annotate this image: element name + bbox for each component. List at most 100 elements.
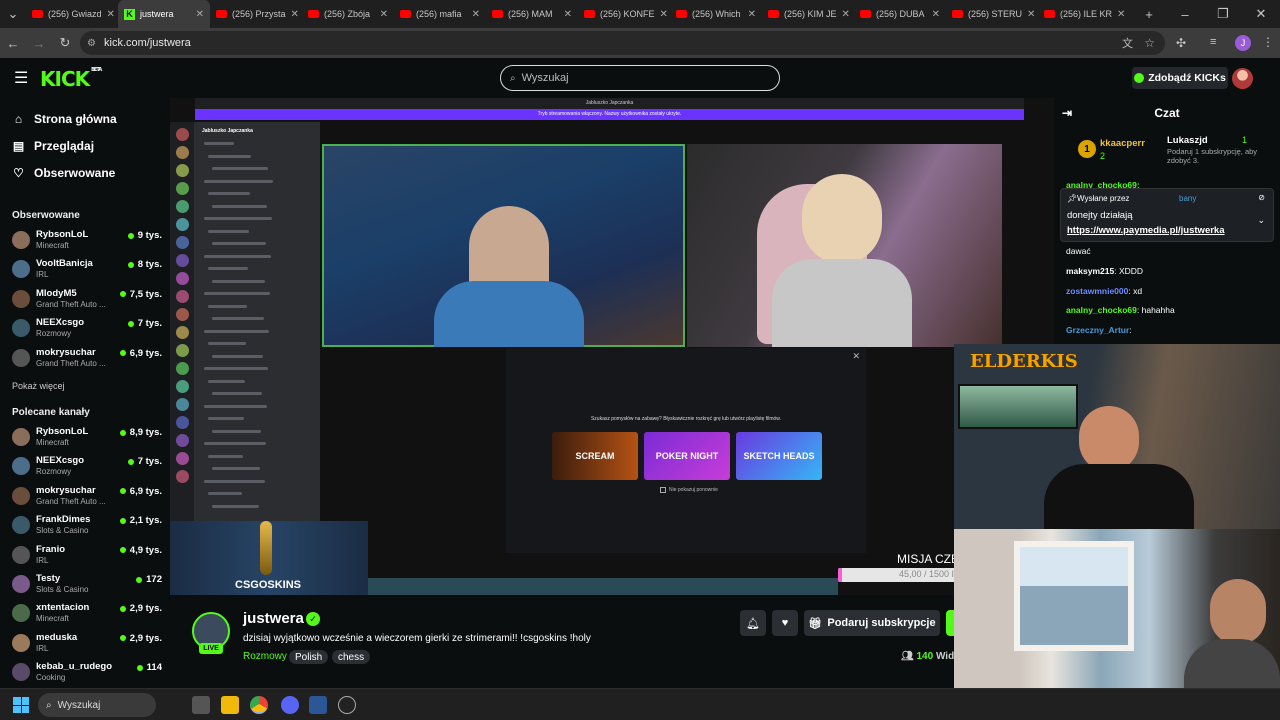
gift-subscription-button[interactable]: 🎁︎ Podaruj subskrypcje — [804, 610, 940, 636]
site-info-icon[interactable]: ⚙ — [87, 38, 96, 49]
chat-username[interactable]: zostawmnie000 — [1066, 286, 1128, 296]
channel-name[interactable]: justwera — [243, 610, 304, 627]
browser-tab[interactable]: (256) KIM JE ✕ — [762, 0, 854, 28]
video-player[interactable]: Tryb streamowania włączony. Nazwy użytko… — [170, 98, 1054, 595]
tab-search-chevron-icon[interactable]: ⌄ — [0, 6, 26, 22]
browser-tab[interactable]: (256) KONFE ✕ — [578, 0, 670, 28]
extensions-icon[interactable]: ✣ — [1176, 36, 1186, 50]
panel-close-icon[interactable]: ✕ — [852, 351, 860, 362]
browser-tab[interactable]: Kjustwera ✕ — [118, 0, 210, 28]
profile-avatar[interactable]: J — [1235, 35, 1251, 51]
tag-polish[interactable]: Polish — [289, 650, 329, 664]
sidebar-channel[interactable]: meduska IRL 2,9 tys. — [12, 630, 162, 658]
reload-button[interactable]: ↻ — [52, 35, 78, 51]
close-tab-icon[interactable]: ✕ — [380, 9, 388, 20]
search-input[interactable]: ⌕ Wyszukaj — [500, 65, 780, 91]
unpin-icon[interactable]: ⊘ — [1258, 193, 1265, 202]
kick-logo[interactable]: KICK BETA — [40, 67, 102, 91]
browser-tab[interactable]: (256) DUBA ✕ — [854, 0, 946, 28]
pinned-link[interactable]: https://www.paymedia.pl/justwerka — [1067, 225, 1225, 236]
game-card-scream[interactable]: SCREAM — [552, 432, 638, 480]
chat-username[interactable]: analny_chocko69 — [1066, 305, 1137, 315]
media-controls-icon[interactable]: ≡ — [1210, 36, 1216, 48]
browser-tab[interactable]: (256) Which ✕ — [670, 0, 762, 28]
close-tab-icon[interactable]: ✕ — [932, 9, 940, 20]
user-avatar[interactable] — [1232, 68, 1253, 89]
close-tab-icon[interactable]: ✕ — [564, 9, 572, 20]
gifter-name[interactable]: kkaacperr — [1100, 138, 1145, 149]
game-card-sketch[interactable]: SKETCH HEADS — [736, 432, 822, 480]
browser-tab[interactable]: (256) ILE KR ✕ — [1038, 0, 1130, 28]
chat-username[interactable]: maksym215 — [1066, 266, 1114, 276]
sidebar-channel[interactable]: mokrysuchar Grand Theft Auto ... 6,9 tys. — [12, 345, 162, 373]
nav-browse[interactable]: ▤ Przeglądaj — [12, 139, 94, 153]
follow-button[interactable]: ♥ — [772, 610, 798, 636]
windows-start-icon[interactable] — [13, 697, 29, 713]
close-tab-icon[interactable]: ✕ — [291, 9, 299, 20]
new-tab-button[interactable]: + — [1136, 7, 1162, 22]
close-tab-icon[interactable]: ✕ — [748, 9, 756, 20]
browser-tab[interactable]: (256) Przysta ✕ — [210, 0, 302, 28]
forward-button[interactable]: → — [26, 36, 52, 51]
sidebar-channel[interactable]: FrankDimes Slots & Casino 2,1 tys. — [12, 512, 162, 540]
show-more-link[interactable]: Pokaż więcej — [12, 381, 65, 391]
app-icon[interactable] — [309, 696, 327, 714]
close-window-button[interactable]: ✕ — [1242, 6, 1280, 22]
sidebar-channel[interactable]: xntentacion Minecraft 2,9 tys. — [12, 600, 162, 628]
browser-tab[interactable]: (256) MAM ✕ — [486, 0, 578, 28]
gifter-2-name[interactable]: Lukaszjd — [1167, 135, 1208, 146]
sidebar-channel[interactable]: Franio IRL 4,9 tys. — [12, 542, 162, 570]
sidebar-channel[interactable]: MlodyM5 Grand Theft Auto ... 7,5 tys. — [12, 286, 162, 314]
channel-avatar — [12, 633, 30, 652]
task-view-icon[interactable] — [192, 696, 210, 714]
tag-chess[interactable]: chess — [332, 650, 371, 664]
get-kicks-button[interactable]: Zdobądź KICKs — [1132, 67, 1228, 89]
browser-tab[interactable]: (256) STERU ✕ — [946, 0, 1038, 28]
nav-home[interactable]: ⌂ Strona główna — [12, 112, 117, 126]
discord-icon[interactable] — [281, 696, 299, 714]
close-tab-icon[interactable]: ✕ — [107, 9, 115, 20]
sidebar-channel[interactable]: NEEXcsgo Rozmowy 7 tys. — [12, 315, 162, 343]
game-card-poker[interactable]: POKER NIGHT — [644, 432, 730, 480]
chrome-icon[interactable] — [250, 696, 268, 714]
file-explorer-icon[interactable] — [221, 696, 239, 714]
bookmark-star-icon[interactable]: ☆ — [1144, 36, 1155, 50]
close-tab-icon[interactable]: ✕ — [472, 9, 480, 20]
translate-icon[interactable]: 文 — [1122, 35, 1133, 51]
close-tab-icon[interactable]: ✕ — [660, 9, 668, 20]
back-button[interactable]: ← — [0, 36, 26, 51]
chat-username[interactable]: Grzeczny_Artur — [1066, 325, 1129, 335]
sidebar-channel[interactable]: Testy Slots & Casino 172 — [12, 571, 162, 599]
close-tab-icon[interactable]: ✕ — [842, 9, 850, 20]
sidebar-channel[interactable]: VooltBanicja IRL 8 tys. — [12, 256, 162, 284]
hamburger-menu-icon[interactable]: ☰ — [14, 68, 28, 88]
notification-bell-button[interactable]: 🔔︎ — [740, 610, 766, 636]
sidebar-channel[interactable]: RybsonLoL Minecraft 9 tys. — [12, 227, 162, 255]
address-field[interactable]: ⚙ kick.com/justwera 文 ☆ — [80, 31, 1165, 55]
close-tab-icon[interactable]: ✕ — [1117, 9, 1125, 20]
taskbar-search[interactable]: ⌕ Wyszukaj — [38, 693, 156, 717]
browser-tab[interactable]: (256) Gwiazd ✕ — [26, 0, 118, 28]
obs-icon[interactable] — [338, 696, 356, 714]
maximize-button[interactable]: ❐ — [1204, 6, 1242, 22]
expand-chevron-icon[interactable]: ⌄ — [1257, 215, 1265, 226]
browser-tab[interactable]: (256) mafia ✕ — [394, 0, 486, 28]
pinned-sender[interactable]: bany — [1179, 194, 1196, 203]
browser-tab[interactable]: (256) Zbója ✕ — [302, 0, 394, 28]
close-tab-icon[interactable]: ✕ — [196, 9, 204, 20]
subscribe-button[interactable] — [946, 610, 954, 636]
sidebar-channel[interactable]: RybsonLoL Minecraft 8,9 tys. — [12, 424, 162, 452]
nav-following[interactable]: ♡ Obserwowane — [12, 166, 115, 180]
close-tab-icon[interactable]: ✕ — [1027, 9, 1035, 20]
chat-text: hahahha — [1141, 305, 1175, 316]
dont-show-checkbox[interactable]: Nie pokazuj ponownie — [660, 487, 718, 493]
collapse-chat-icon[interactable]: ⇥ — [1062, 106, 1072, 120]
sidebar-channel[interactable]: mokrysuchar Grand Theft Auto ... 6,9 tys. — [12, 483, 162, 511]
browser-menu-icon[interactable]: ⋮ — [1262, 35, 1274, 49]
tab-label: (256) KONFE — [600, 9, 655, 19]
stream-category[interactable]: Rozmowy — [243, 651, 287, 662]
sidebar-channel[interactable]: kebab_u_rudego Cooking 114 — [12, 659, 162, 687]
minimize-button[interactable]: – — [1166, 7, 1204, 22]
checkbox-label: Nie pokazuj ponownie — [669, 487, 718, 493]
sidebar-channel[interactable]: NEEXcsgo Rozmowy 7 tys. — [12, 453, 162, 481]
